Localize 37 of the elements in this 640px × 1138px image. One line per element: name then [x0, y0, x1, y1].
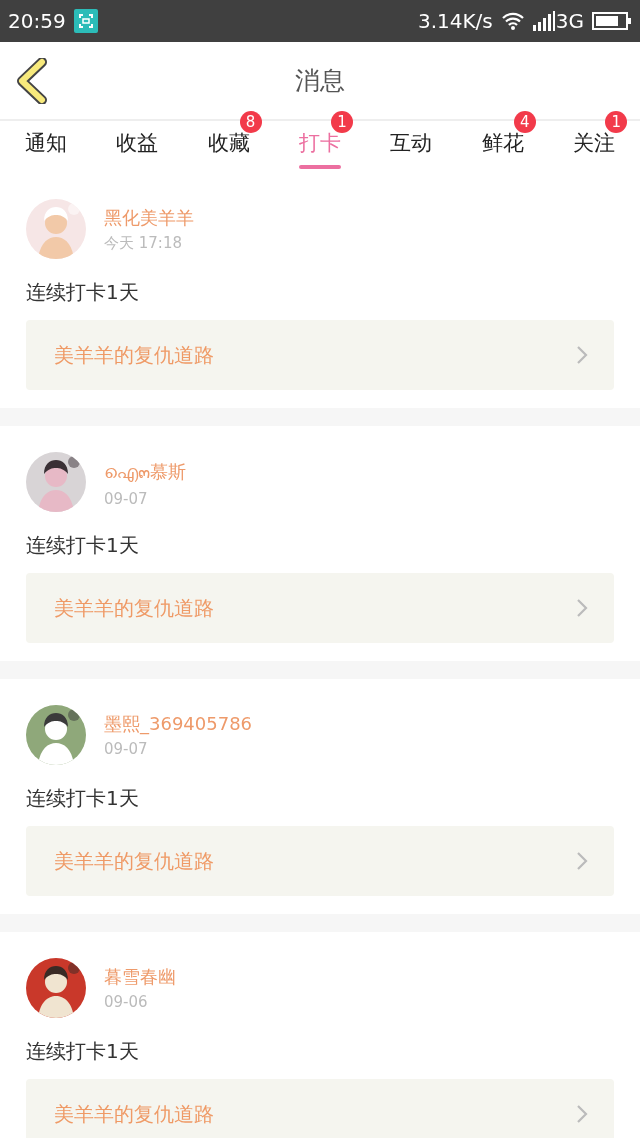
tab[interactable]: 通知 — [24, 129, 67, 169]
user-name[interactable]: 黑化美羊羊 — [104, 205, 194, 230]
story-link[interactable]: 美羊羊的复仇道路 — [26, 826, 614, 896]
back-button[interactable] — [14, 58, 50, 104]
tab[interactable]: 互动 — [390, 129, 433, 169]
story-link[interactable]: 美羊羊的复仇道路 — [26, 1079, 614, 1138]
wifi-icon — [500, 11, 525, 31]
count-badge: 1 — [330, 111, 353, 133]
user-name[interactable]: 暮雪春幽 — [104, 965, 176, 989]
count-badge: 1 — [605, 111, 628, 133]
battery-icon — [592, 12, 632, 30]
tab[interactable]: 收益 — [116, 129, 159, 169]
count-badge: 4 — [513, 111, 536, 133]
timestamp: 09-07 — [104, 489, 149, 508]
screenshot-icon — [73, 9, 98, 33]
chevron-right-icon — [576, 1104, 588, 1124]
user-name[interactable]: 墨熙_369405786 — [104, 712, 253, 736]
network-type: 3G — [555, 9, 584, 33]
chevron-right-icon — [576, 345, 588, 365]
count-badge: 8 — [239, 111, 262, 133]
timestamp: 09-07 — [104, 740, 149, 758]
timestamp: 09-06 — [104, 993, 149, 1011]
page-title: 消息 — [295, 65, 345, 97]
chevron-right-icon — [576, 851, 588, 871]
message-text: 连续打卡1天 — [26, 1038, 140, 1065]
time: 20:59 — [8, 9, 66, 33]
timestamp: 今天 17:18 — [104, 233, 183, 253]
signal-icon — [532, 11, 555, 31]
message-text: 连续打卡1天 — [26, 532, 140, 559]
message-text: 连续打卡1天 — [26, 785, 140, 812]
story-link[interactable]: 美羊羊的复仇道路 — [26, 573, 614, 643]
network-speed: 3.14K/s — [417, 9, 493, 33]
chevron-right-icon — [576, 598, 588, 618]
user-name[interactable]: ഐ๓慕斯 — [104, 456, 186, 486]
story-link[interactable]: 美羊羊的复仇道路 — [26, 320, 614, 390]
message-text: 连续打卡1天 — [26, 279, 140, 306]
back-icon — [14, 58, 50, 104]
